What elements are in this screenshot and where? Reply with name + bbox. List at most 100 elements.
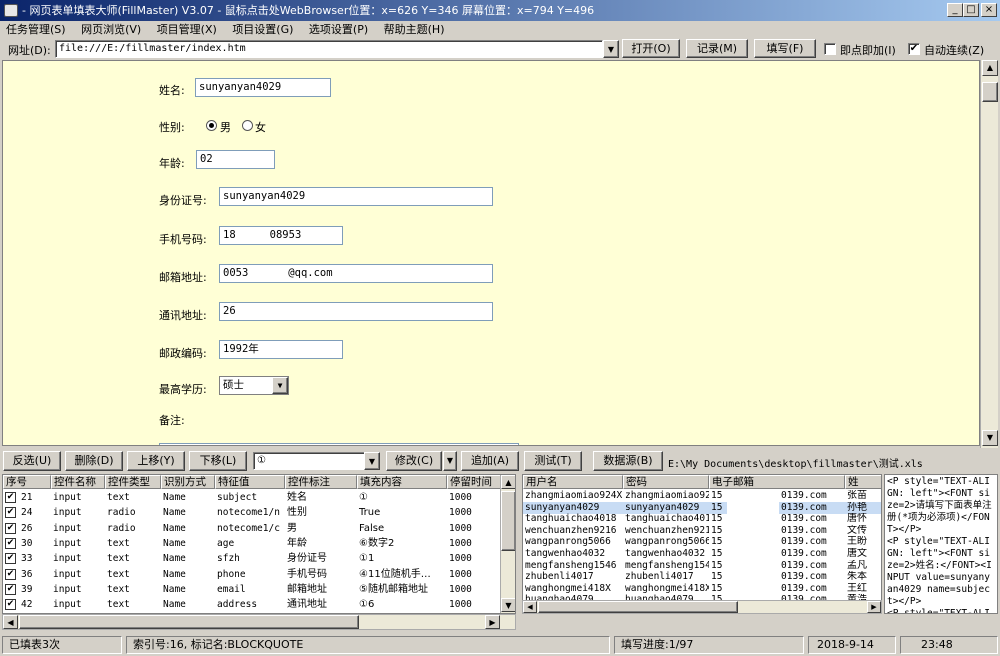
app-icon[interactable] bbox=[4, 4, 18, 17]
table-row[interactable]: mengfansheng1546 mengfansheng1546 15 0139.c… bbox=[523, 559, 881, 572]
table-cell: 33 bbox=[21, 553, 33, 565]
address-field-input[interactable]: 26 bbox=[219, 302, 493, 321]
html-source-pane[interactable]: <P style="TEXT-ALIGN: left"><FONT size=2… bbox=[884, 474, 998, 614]
data-grid-hscrollbar[interactable]: ◀ ▶ bbox=[522, 600, 882, 614]
row-checkbox[interactable]: ✔ bbox=[5, 568, 16, 580]
scroll-down-icon[interactable]: ▼ bbox=[501, 598, 515, 612]
fill-button[interactable]: 填写(F) bbox=[754, 39, 816, 58]
row-checkbox[interactable]: ✔ bbox=[5, 522, 16, 534]
scroll-thumb[interactable] bbox=[501, 491, 515, 551]
female-radio[interactable] bbox=[242, 120, 253, 131]
table-row[interactable]: sunyanyan4029 sunyanyan4029 15 0139.com 孙艳 bbox=[523, 501, 881, 514]
table-row[interactable]: wangpanrong5066 wangpanrong5066 15 0139.com… bbox=[523, 536, 881, 549]
remark-textarea[interactable] bbox=[159, 443, 519, 445]
table-row[interactable]: 21 input text Name subject 姓名 ① 1000 ✔ bbox=[3, 490, 515, 505]
data-grid-header[interactable]: 姓 bbox=[845, 475, 881, 489]
name-input[interactable]: sunyanyan4029 bbox=[195, 78, 331, 97]
row-checkbox[interactable]: ✔ bbox=[5, 583, 16, 595]
fill-content-combo[interactable]: ① bbox=[253, 452, 365, 470]
id-input[interactable]: sunyanyan4029 bbox=[219, 187, 493, 206]
menu-browse[interactable]: 网页浏览(V) bbox=[75, 21, 147, 38]
scroll-up-icon[interactable]: ▲ bbox=[982, 60, 998, 76]
menu-options[interactable]: 选项设置(P) bbox=[303, 21, 374, 38]
controls-grid-header[interactable]: 特征值 bbox=[215, 475, 285, 489]
address-dropdown-button[interactable]: ▼ bbox=[603, 40, 619, 58]
data-grid-header[interactable]: 电子邮箱 bbox=[709, 475, 845, 489]
table-cell: 36 bbox=[21, 568, 33, 580]
menu-help[interactable]: 帮助主题(H) bbox=[378, 21, 451, 38]
table-row[interactable]: 30 input text Name age 年龄 ⑥数字2 1000 ✔ bbox=[3, 536, 515, 551]
email-input[interactable]: 0053 @qq.com bbox=[219, 264, 493, 283]
controls-grid-header[interactable]: 序号 bbox=[3, 475, 51, 489]
modify-button[interactable]: 修改(C) bbox=[386, 451, 442, 471]
table-cell: address bbox=[217, 599, 258, 611]
test-button[interactable]: 测试(T) bbox=[524, 451, 582, 471]
table-row[interactable]: zhangmiaomiao924Xzhangmiaomiao924X150139… bbox=[523, 490, 881, 502]
controls-grid-header[interactable]: 填充内容 bbox=[357, 475, 447, 489]
controls-grid-header[interactable]: 停留时间 bbox=[447, 475, 501, 489]
chevron-down-icon[interactable]: ▼ bbox=[272, 377, 288, 394]
title-bar: - 网页表单填表大师(FillMaster) V3.07 - 鼠标点击处WebB… bbox=[0, 0, 1000, 21]
move-up-button[interactable]: 上移(Y) bbox=[127, 451, 185, 471]
male-radio[interactable] bbox=[206, 120, 217, 131]
row-checkbox[interactable]: ✔ bbox=[5, 599, 16, 611]
address-input[interactable]: file:///E:/fillmaster/index.htm bbox=[55, 40, 603, 58]
table-cell: 张苗 bbox=[847, 490, 867, 501]
auto-continue-checkbox[interactable]: ✔ bbox=[908, 43, 920, 55]
open-button[interactable]: 打开(O) bbox=[622, 39, 680, 58]
scroll-down-icon[interactable]: ▼ bbox=[982, 430, 998, 446]
invert-button[interactable]: 反选(U) bbox=[3, 451, 61, 471]
table-row[interactable]: tangwenhao4032 tangwenhao4032 15 0139.com 唐文 bbox=[523, 548, 881, 560]
row-checkbox[interactable]: ✔ bbox=[5, 553, 16, 565]
table-row[interactable]: tanghuaichao4018 tanghuaichao4018 15 0139.c… bbox=[523, 513, 881, 526]
table-row[interactable]: wanghongmei418X wanghongmei418X 15 0139.com… bbox=[523, 582, 881, 595]
table-row[interactable]: wenchuanzhen9216 wenchuanzhen9216 15 0139.c… bbox=[523, 524, 881, 537]
menu-task[interactable]: 任务管理(S) bbox=[0, 21, 72, 38]
minimize-button[interactable]: _ bbox=[947, 3, 963, 17]
controls-grid-header[interactable]: 控件名称 bbox=[51, 475, 105, 489]
row-checkbox[interactable]: ✔ bbox=[5, 537, 16, 549]
table-row[interactable]: 24 input radio Name notecome1/n 性别 True 1000 ✔ bbox=[3, 505, 515, 520]
scroll-up-icon[interactable]: ▲ bbox=[501, 475, 515, 489]
record-button[interactable]: 记录(M) bbox=[686, 39, 748, 58]
zip-input[interactable]: 1992年 bbox=[219, 340, 343, 359]
table-row[interactable]: 42 input text Name address 通讯地址 ①6 1000 ✔ bbox=[3, 597, 515, 612]
webview-scrollbar[interactable]: ▲ ▼ bbox=[980, 60, 998, 448]
menu-project[interactable]: 项目管理(X) bbox=[151, 21, 223, 38]
controls-grid-header[interactable]: 控件类型 bbox=[105, 475, 161, 489]
education-select[interactable]: 硕士 ▼ bbox=[219, 376, 289, 395]
table-row[interactable]: 39 input text Name email 邮箱地址 ⑤随机邮箱地址 1000 ✔ bbox=[3, 582, 515, 597]
scroll-right-icon[interactable]: ▶ bbox=[867, 601, 881, 613]
table-row[interactable]: zhubenli4017 zhubenli4017 15 0139.com 朱本 bbox=[523, 571, 881, 584]
controls-grid-header[interactable]: 识别方式 bbox=[161, 475, 215, 489]
controls-grid-scrollbar[interactable]: ▲ ▼ bbox=[500, 475, 515, 613]
delete-button[interactable]: 删除(D) bbox=[65, 451, 123, 471]
row-checkbox[interactable]: ✔ bbox=[5, 507, 16, 519]
phone-input[interactable]: 18 08953 bbox=[219, 226, 343, 245]
table-cell: 1000 bbox=[449, 568, 472, 580]
controls-grid-hscrollbar[interactable]: ◀ ▶ bbox=[2, 614, 516, 630]
append-button[interactable]: 追加(A) bbox=[461, 451, 519, 471]
scroll-left-icon[interactable]: ◀ bbox=[3, 615, 18, 629]
age-input[interactable]: 02 bbox=[196, 150, 275, 169]
table-row[interactable]: 33 input text Name sfzh 身份证号 ①1 1000 ✔ bbox=[3, 551, 515, 566]
table-row[interactable]: 26 input radio Name notecome1/c 男 False 1000 ✔ bbox=[3, 521, 515, 536]
menu-project-settings[interactable]: 项目设置(G) bbox=[226, 21, 299, 38]
close-button[interactable]: × bbox=[981, 3, 997, 17]
scroll-thumb[interactable] bbox=[19, 615, 359, 629]
maximize-button[interactable]: □ bbox=[963, 3, 979, 17]
data-grid-header[interactable]: 用户名 bbox=[523, 475, 623, 489]
row-checkbox[interactable]: ✔ bbox=[5, 492, 16, 503]
move-down-button[interactable]: 下移(L) bbox=[189, 451, 247, 471]
datasource-button[interactable]: 数据源(B) bbox=[593, 451, 663, 471]
data-grid-header[interactable]: 密码 bbox=[623, 475, 709, 489]
scroll-left-icon[interactable]: ◀ bbox=[523, 601, 537, 613]
scroll-thumb[interactable] bbox=[538, 601, 738, 613]
table-row[interactable]: 36 input text Name phone 手机号码 ④11位随机手… 1000 ✔ bbox=[3, 567, 515, 582]
scroll-thumb[interactable] bbox=[982, 82, 998, 102]
instant-add-checkbox[interactable] bbox=[824, 43, 836, 55]
modify-dropdown-button[interactable]: ▼ bbox=[443, 451, 457, 471]
controls-grid-header[interactable]: 控件标注 bbox=[285, 475, 357, 489]
scroll-right-icon[interactable]: ▶ bbox=[485, 615, 500, 629]
combo-dropdown-button[interactable]: ▼ bbox=[364, 452, 380, 470]
